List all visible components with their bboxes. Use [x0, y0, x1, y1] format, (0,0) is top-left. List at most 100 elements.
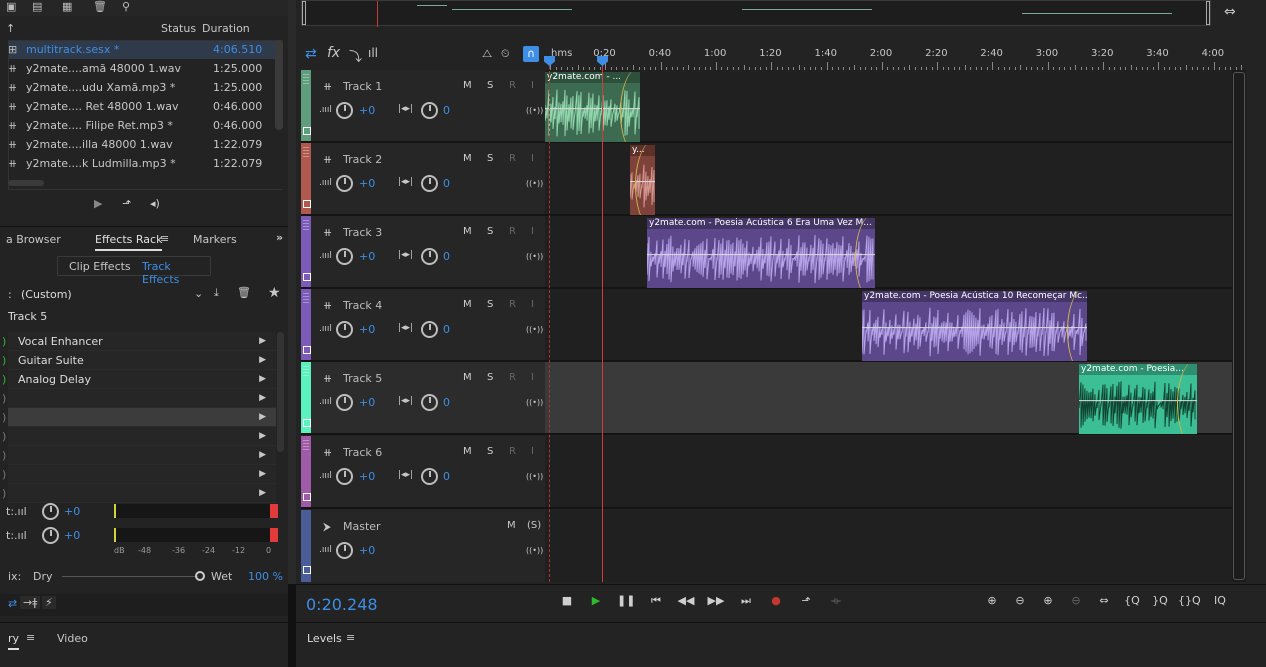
- clip-title[interactable]: y2mate.com - Poesia...: [1079, 364, 1197, 375]
- track-select-square[interactable]: [303, 273, 311, 281]
- record-arm-button[interactable]: R: [509, 80, 516, 91]
- export-icon[interactable]: ⬏: [122, 197, 131, 210]
- time-display[interactable]: 0:20.248: [306, 595, 378, 614]
- output-icon[interactable]: ((•)): [526, 106, 543, 115]
- monitor-input-button[interactable]: I: [531, 446, 534, 457]
- drag-handle-icon[interactable]: [303, 220, 309, 232]
- track-select-square[interactable]: [303, 200, 311, 208]
- sort-up-icon[interactable]: ↑: [6, 20, 15, 38]
- monitor-input-button[interactable]: I: [531, 80, 534, 91]
- trash-icon[interactable]: 🗑: [93, 0, 107, 13]
- record-arm-button[interactable]: R: [509, 299, 516, 310]
- output-icon[interactable]: ((•)): [526, 325, 543, 334]
- zoom-in-amplitude-icon[interactable]: ⊕: [982, 593, 1002, 609]
- metronome-icon[interactable]: ⧍: [482, 47, 492, 61]
- panel-divider[interactable]: [288, 0, 296, 667]
- effect-power-icon[interactable]: ): [2, 446, 12, 465]
- volume-knob[interactable]: [336, 394, 353, 411]
- track-name[interactable]: Track 6: [343, 446, 382, 459]
- track-lane[interactable]: y2mate.com - Poesia Acústica 10 Recomeça…: [545, 289, 1246, 361]
- playhead[interactable]: [602, 56, 603, 582]
- track-select-square[interactable]: [303, 346, 311, 354]
- mix-percent[interactable]: 100 %: [248, 570, 283, 583]
- effect-menu-arrow-icon[interactable]: ▶: [259, 408, 266, 427]
- track-header[interactable]: ⧺ Track 2 M S R I .ıııl +0 |◂▸| 0 ((•)): [301, 143, 545, 214]
- delete-preset-icon[interactable]: 🗑: [237, 286, 251, 299]
- effect-power-icon[interactable]: ): [2, 465, 12, 484]
- drag-handle-icon[interactable]: [303, 293, 309, 305]
- effect-menu-arrow-icon[interactable]: ▶: [259, 446, 266, 465]
- volume-value[interactable]: +0: [359, 250, 375, 263]
- file-list-hscroll[interactable]: [8, 180, 44, 186]
- import-icon[interactable]: ▣: [6, 0, 16, 13]
- effect-menu-arrow-icon[interactable]: ▶: [259, 332, 266, 351]
- tab-video[interactable]: Video: [57, 632, 88, 645]
- zoom-in-time-icon[interactable]: ⊕: [1038, 593, 1058, 609]
- effect-power-icon[interactable]: ): [2, 370, 12, 389]
- volume-value[interactable]: +0: [359, 396, 375, 409]
- record-arm-button[interactable]: R: [509, 446, 516, 457]
- pan-knob[interactable]: [421, 248, 438, 265]
- pan-value[interactable]: 0: [443, 104, 450, 117]
- track-lane[interactable]: [545, 436, 1246, 507]
- drag-handle-icon[interactable]: [303, 366, 309, 378]
- effect-slot[interactable]: ) Analog Delay ▶: [2, 370, 276, 389]
- monitor-input-button[interactable]: I: [531, 153, 534, 164]
- file-list-scrollbar[interactable]: [275, 40, 283, 130]
- effect-power-icon[interactable]: ): [2, 389, 12, 408]
- zoom-full-icon[interactable]: ⇔: [1224, 4, 1236, 20]
- autoplay-icon[interactable]: ◂): [150, 197, 160, 210]
- effects-scrollbar[interactable]: [277, 332, 284, 452]
- pan-knob[interactable]: [421, 102, 438, 119]
- track-name[interactable]: Track 3: [343, 226, 382, 239]
- new-file-icon[interactable]: ▤: [32, 0, 42, 13]
- pan-knob[interactable]: [421, 321, 438, 338]
- volume-knob[interactable]: [336, 248, 353, 265]
- track-name[interactable]: Track 1: [343, 80, 382, 93]
- monitor-input-button[interactable]: I: [531, 226, 534, 237]
- volume-value[interactable]: +0: [359, 177, 375, 190]
- output-icon[interactable]: ((•)): [526, 252, 543, 261]
- preset-dropdown-icon[interactable]: ⌄: [194, 287, 203, 300]
- solo-button[interactable]: S: [487, 446, 493, 457]
- zoom-out-amplitude-icon[interactable]: ⊖: [1010, 593, 1030, 609]
- effect-power-icon[interactable]: ): [2, 351, 12, 370]
- mute-button[interactable]: M: [463, 80, 472, 91]
- record-arm-button[interactable]: R: [509, 153, 516, 164]
- drag-handle-icon[interactable]: [303, 74, 309, 86]
- eq-icon[interactable]: ⤵: [349, 46, 362, 65]
- tab-levels[interactable]: Levels: [307, 632, 342, 645]
- effect-power-icon[interactable]: ): [2, 427, 12, 446]
- audio-clip[interactable]: y2mate.com - Poesia...: [1079, 364, 1197, 434]
- tab-effects-rack[interactable]: Effects Rack: [95, 233, 163, 251]
- mix-slider-track[interactable]: [62, 576, 198, 577]
- volume-value[interactable]: +0: [359, 104, 375, 117]
- volume-knob[interactable]: [336, 175, 353, 192]
- pan-value[interactable]: 0: [443, 470, 450, 483]
- pan-knob[interactable]: [421, 394, 438, 411]
- mute-button[interactable]: M: [463, 372, 472, 383]
- zoom-out-point-icon[interactable]: }Q: [1150, 593, 1170, 609]
- effect-menu-arrow-icon[interactable]: ▶: [259, 370, 266, 389]
- track-name[interactable]: Track 4: [343, 299, 382, 312]
- drag-handle-icon[interactable]: [303, 147, 309, 159]
- insert-icon[interactable]: ▦: [62, 0, 72, 13]
- master-header[interactable]: ⮞ Master M (S) .ıııl +0 ((•)): [301, 510, 545, 582]
- record-arm-button[interactable]: R: [509, 226, 516, 237]
- input-level-knob[interactable]: [42, 503, 59, 520]
- effect-power-icon[interactable]: ): [2, 332, 12, 351]
- mute-button[interactable]: M: [463, 226, 472, 237]
- effect-slot[interactable]: ) Vocal Enhancer ▶: [2, 332, 276, 351]
- monitor-input-button[interactable]: I: [531, 299, 534, 310]
- routing-icon[interactable]: ⇄: [305, 46, 317, 62]
- effect-slot[interactable]: ) ▶: [2, 427, 276, 446]
- track-lane[interactable]: y...: [545, 143, 1246, 215]
- volume-knob[interactable]: [336, 542, 353, 559]
- mute-button[interactable]: M: [463, 299, 472, 310]
- track-header[interactable]: ⧺ Track 4 M S R I .ıııl +0 |◂▸| 0 ((•)): [301, 289, 545, 360]
- output-icon[interactable]: ((•)): [526, 546, 543, 555]
- monitor-input-button[interactable]: I: [531, 372, 534, 383]
- track-header[interactable]: ⧺ Track 5 M S R I .ıııl +0 |◂▸| 0 ((•)): [301, 362, 545, 433]
- pan-value[interactable]: 0: [443, 323, 450, 336]
- duration-column-header[interactable]: Duration: [202, 20, 250, 38]
